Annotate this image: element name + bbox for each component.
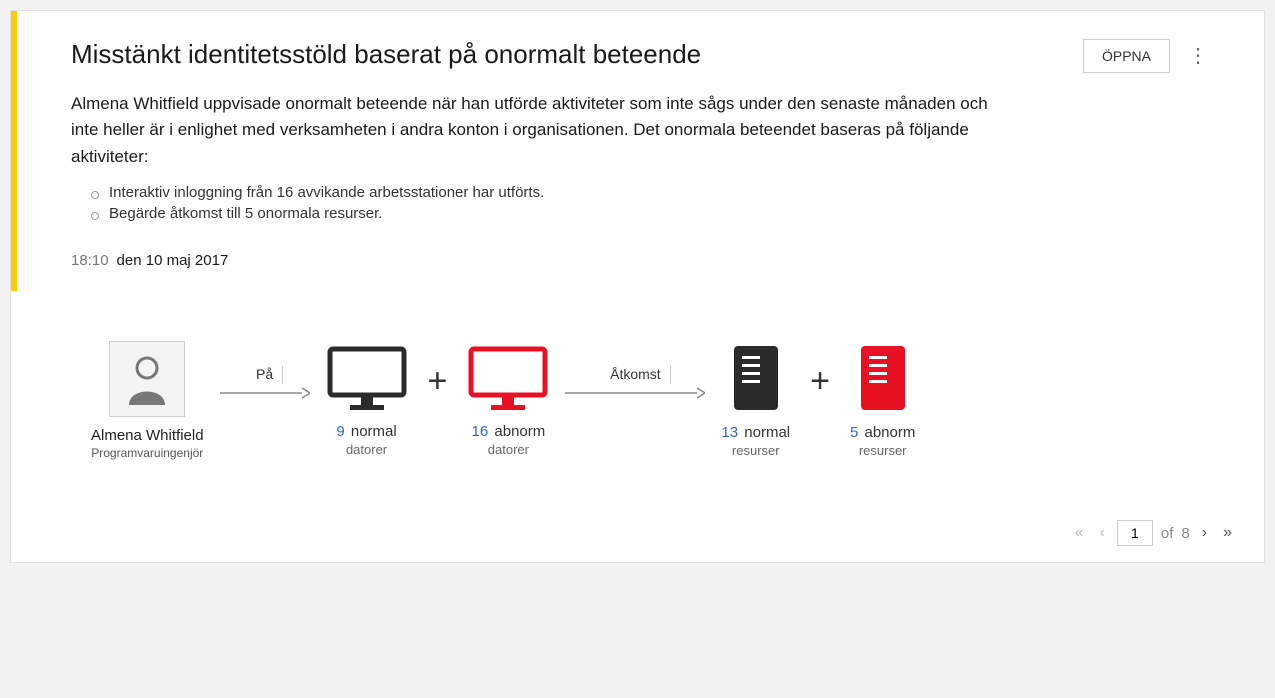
count: 16 xyxy=(472,423,489,440)
type-label: resurser xyxy=(859,443,907,458)
activity-item: Begärde åtkomst till 5 onormala resurser… xyxy=(91,203,1204,224)
next-page-button[interactable]: › xyxy=(1198,522,1211,544)
resources-abnormal-node[interactable]: 5 abnorm resurser xyxy=(850,344,915,458)
chevron-double-left-icon: « xyxy=(1075,524,1084,541)
more-menu-button[interactable]: ⋮ xyxy=(1182,40,1214,72)
actor-name: Almena Whitfield xyxy=(91,427,204,444)
open-button[interactable]: ÖPPNA xyxy=(1083,39,1170,73)
card-header: Misstänkt identitetsstöld baserat på ono… xyxy=(11,11,1264,83)
alert-description: Almena Whitfield uppvisade onormalt bete… xyxy=(11,83,1061,178)
type-label: datorer xyxy=(488,442,529,457)
count-row: 16 abnorm xyxy=(472,423,546,440)
first-page-button[interactable]: « xyxy=(1071,522,1088,544)
count-row: 13 normal xyxy=(721,424,790,441)
arrow-label: På xyxy=(256,366,273,382)
plus-icon: + xyxy=(796,362,844,439)
status: abnorm xyxy=(865,424,916,441)
actor-node[interactable]: Almena Whitfield Programvaruingenjör xyxy=(91,341,204,460)
arrow-right-icon xyxy=(220,386,310,400)
plus-icon: + xyxy=(414,362,462,439)
monitor-icon xyxy=(326,345,408,411)
page-input[interactable] xyxy=(1117,520,1153,546)
actor-role: Programvaruingenjör xyxy=(91,446,203,460)
status: abnorm xyxy=(494,423,545,440)
chevron-double-right-icon: » xyxy=(1223,524,1232,541)
person-icon xyxy=(123,353,171,405)
arrow-on: På xyxy=(220,366,310,435)
last-page-button[interactable]: » xyxy=(1219,522,1236,544)
activity-list: Interaktiv inloggning från 16 avvikande … xyxy=(11,178,1264,242)
pagination: « ‹ of 8 › » xyxy=(11,510,1264,562)
count-row: 5 abnorm xyxy=(850,424,915,441)
computers-abnormal-node[interactable]: 16 abnorm datorer xyxy=(467,345,549,457)
alert-title: Misstänkt identitetsstöld baserat på ono… xyxy=(71,39,701,70)
status: normal xyxy=(744,424,790,441)
arrow-access: Åtkomst xyxy=(565,366,705,435)
chevron-left-icon: ‹ xyxy=(1100,524,1105,541)
arrow-label: Åtkomst xyxy=(610,366,661,382)
count-row: 9 normal xyxy=(336,423,396,440)
count: 13 xyxy=(721,424,738,441)
alert-date: den 10 maj 2017 xyxy=(117,252,229,269)
chevron-right-icon: › xyxy=(1202,524,1207,541)
monitor-icon xyxy=(467,345,549,411)
more-vertical-icon: ⋮ xyxy=(1188,45,1208,67)
status: normal xyxy=(351,423,397,440)
count: 9 xyxy=(336,423,344,440)
type-label: datorer xyxy=(346,442,387,457)
prev-page-button[interactable]: ‹ xyxy=(1096,522,1109,544)
avatar xyxy=(109,341,185,417)
severity-accent xyxy=(11,11,17,291)
computers-normal-node[interactable]: 9 normal datorer xyxy=(326,345,408,457)
server-icon xyxy=(859,344,907,412)
server-icon xyxy=(732,344,780,412)
resources-normal-node[interactable]: 13 normal resurser xyxy=(721,344,790,458)
alert-time: 18:10 xyxy=(71,252,109,269)
total-pages: 8 xyxy=(1181,525,1189,542)
header-actions: ÖPPNA ⋮ xyxy=(1083,39,1214,73)
activity-item: Interaktiv inloggning från 16 avvikande … xyxy=(91,182,1204,203)
count: 5 xyxy=(850,424,858,441)
type-label: resurser xyxy=(732,443,780,458)
of-label: of xyxy=(1161,525,1174,542)
alert-timestamp: 18:10 den 10 maj 2017 xyxy=(11,242,1264,293)
alert-card: Misstänkt identitetsstöld baserat på ono… xyxy=(10,10,1265,563)
attack-diagram: Almena Whitfield Programvaruingenjör På … xyxy=(11,293,1264,510)
arrow-right-icon xyxy=(565,386,705,400)
